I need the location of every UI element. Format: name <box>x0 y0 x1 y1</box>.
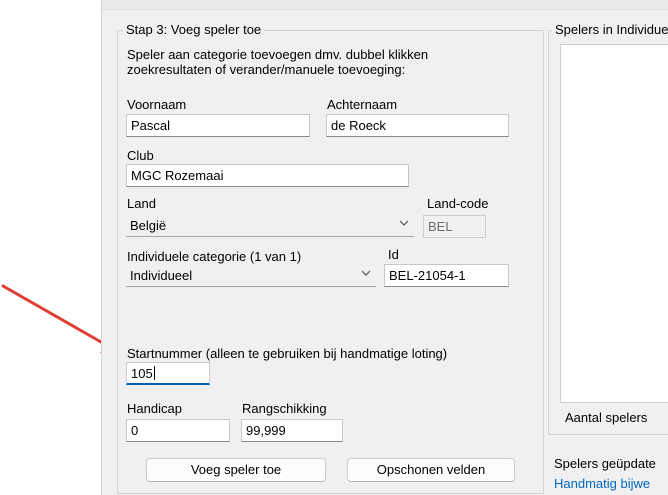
instruction-line-1: Speler aan categorie toevoegen dmv. dubb… <box>127 47 429 62</box>
handicap-label: Handicap <box>127 401 182 416</box>
step3-title: Stap 3: Voeg speler toe <box>123 22 265 37</box>
ranking-label: Rangschikking <box>242 401 327 416</box>
category-label: Individuele categorie (1 van 1) <box>127 249 302 264</box>
manual-edit-link[interactable]: Handmatig bijwe <box>554 476 650 491</box>
last-name-label: Achternaam <box>327 97 398 112</box>
country-select-value: België <box>130 218 167 233</box>
chevron-down-icon <box>361 270 371 276</box>
players-panel-title: Spelers in Individue <box>552 22 668 37</box>
club-field[interactable]: MGC Rozemaai <box>126 164 409 187</box>
window-top-strip <box>102 0 668 10</box>
first-name-label: Voornaam <box>127 97 187 112</box>
last-name-field[interactable]: de Roeck <box>326 114 509 137</box>
ranking-field[interactable]: 99,999 <box>241 419 343 442</box>
app-window: Stap 3: Voeg speler toe Speler aan categ… <box>101 0 668 495</box>
start-number-value: 105 <box>131 366 153 381</box>
id-field[interactable]: BEL-21054-1 <box>384 264 509 287</box>
chevron-down-icon <box>399 220 409 226</box>
clear-fields-button[interactable]: Opschonen velden <box>347 458 515 482</box>
country-code-field: BEL <box>423 215 486 238</box>
club-label: Club <box>127 148 154 163</box>
country-label: Land <box>127 196 156 211</box>
instruction-line-2: zoekresultaten of verander/manuele toevo… <box>127 62 406 77</box>
category-select[interactable]: Individueel <box>126 264 376 287</box>
handicap-field[interactable]: 0 <box>126 419 230 442</box>
players-updated-label: Spelers geüpdate <box>554 456 656 471</box>
start-number-label: Startnummer (alleen te gebruiken bij han… <box>127 346 448 361</box>
country-code-label: Land-code <box>427 196 489 211</box>
first-name-field[interactable]: Pascal <box>126 114 310 137</box>
player-count-label: Aantal spelers <box>565 410 648 425</box>
players-list[interactable] <box>560 44 668 403</box>
start-number-field[interactable]: 105 <box>126 362 210 385</box>
add-player-button[interactable]: Voeg speler toe <box>146 458 326 482</box>
text-caret <box>153 366 155 380</box>
id-label: Id <box>388 247 399 262</box>
country-select[interactable]: België <box>126 214 414 237</box>
category-select-value: Individueel <box>130 268 193 283</box>
